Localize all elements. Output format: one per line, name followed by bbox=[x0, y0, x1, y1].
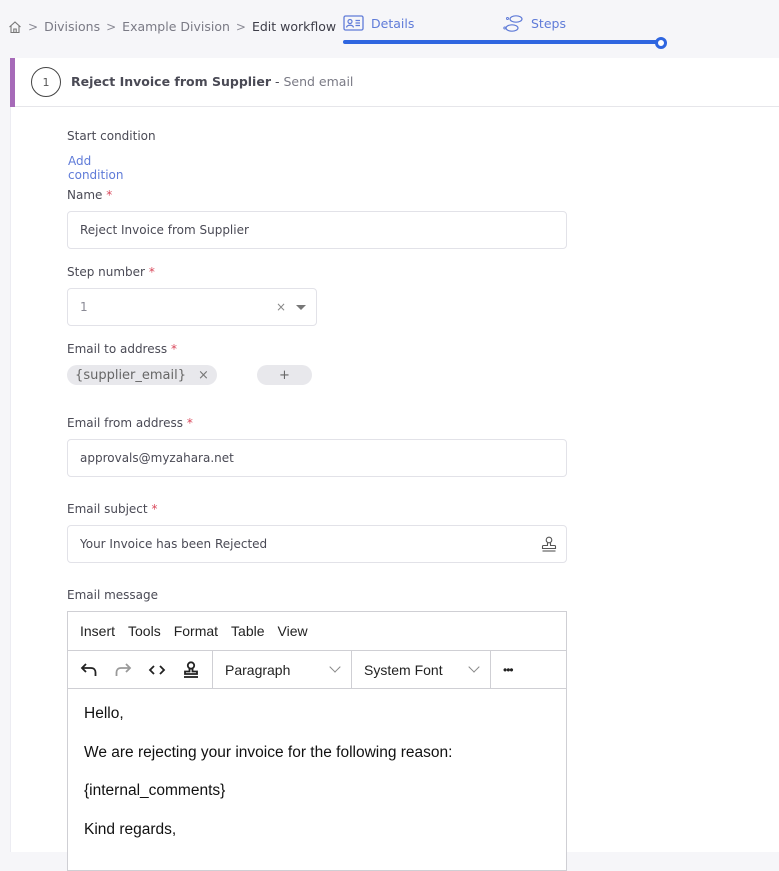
breadcrumb-separator: > bbox=[235, 19, 246, 34]
clear-icon[interactable]: × bbox=[276, 300, 286, 314]
font-family-select[interactable]: System Font bbox=[352, 651, 491, 688]
editor-menubar: Insert Tools Format Table View bbox=[68, 612, 566, 651]
email-to-label-text: Email to address bbox=[67, 342, 168, 356]
step-number-label-text: Step number bbox=[67, 265, 145, 279]
required-marker: * bbox=[186, 416, 193, 430]
undo-icon[interactable] bbox=[72, 651, 106, 688]
breadcrumb: > Divisions > Example Division > Edit wo… bbox=[8, 19, 336, 34]
name-label-text: Name bbox=[67, 188, 103, 202]
required-marker: * bbox=[106, 188, 113, 202]
editor-toolbar: Paragraph System Font ••• bbox=[68, 651, 566, 689]
email-from-label: Email from address * bbox=[67, 416, 193, 430]
tab-details[interactable]: Details bbox=[343, 14, 414, 32]
breadcrumb-separator: > bbox=[28, 19, 39, 34]
email-subject-value: Your Invoice has been Rejected bbox=[80, 537, 268, 551]
menu-insert[interactable]: Insert bbox=[80, 623, 115, 639]
plus-icon: + bbox=[279, 367, 290, 383]
chip-remove-icon[interactable]: × bbox=[198, 368, 209, 383]
chip-label: {supplier_email} bbox=[75, 367, 187, 383]
menu-table[interactable]: Table bbox=[231, 623, 264, 639]
step-type: Send email bbox=[283, 74, 354, 89]
required-marker: * bbox=[148, 265, 155, 279]
step-header[interactable]: 1 Reject Invoice from Supplier - Send em… bbox=[10, 58, 779, 107]
email-subject-label-text: Email subject bbox=[67, 502, 148, 516]
stamp-icon[interactable] bbox=[541, 536, 557, 553]
chevron-down-icon bbox=[329, 661, 341, 673]
email-message-label: Email message bbox=[67, 588, 159, 602]
step-number-select[interactable]: 1 × bbox=[67, 288, 317, 326]
step-title: Reject Invoice from Supplier - Send emai… bbox=[71, 74, 353, 89]
add-email-to-button[interactable]: + bbox=[257, 365, 312, 385]
footsteps-icon bbox=[503, 14, 525, 32]
email-message-editor: Insert Tools Format Table View Paragraph… bbox=[67, 611, 567, 871]
content-paragraph: Hello, bbox=[84, 705, 124, 722]
progress-bar bbox=[343, 40, 661, 44]
chevron-down-icon bbox=[468, 661, 480, 673]
block-format-select[interactable]: Paragraph bbox=[213, 651, 352, 688]
breadcrumb-divisions[interactable]: Divisions bbox=[44, 19, 100, 34]
top-bar: > Divisions > Example Division > Edit wo… bbox=[0, 0, 779, 57]
content-paragraph: Kind regards, bbox=[84, 820, 177, 838]
more-options-icon[interactable]: ••• bbox=[503, 663, 514, 677]
font-family-value: System Font bbox=[364, 661, 443, 678]
content-paragraph: We are rejecting your invoice for the fo… bbox=[84, 743, 453, 761]
email-from-input[interactable]: approvals@myzahara.net bbox=[67, 439, 567, 477]
breadcrumb-separator: > bbox=[106, 19, 117, 34]
step-panel: 1 Reject Invoice from Supplier - Send em… bbox=[10, 58, 779, 871]
content-paragraph: {internal_comments} bbox=[84, 782, 226, 799]
email-from-label-text: Email from address bbox=[67, 416, 183, 430]
name-label: Name * bbox=[67, 188, 112, 202]
email-to-chip: {supplier_email} × bbox=[67, 365, 217, 385]
caret-down-icon[interactable] bbox=[296, 305, 306, 310]
tab-details-label: Details bbox=[371, 15, 415, 31]
workflow-tabs: Details Steps bbox=[343, 12, 668, 52]
home-icon[interactable] bbox=[8, 20, 22, 34]
editor-content[interactable]: Hello, We are rejecting your invoice for… bbox=[68, 689, 566, 859]
source-code-icon[interactable] bbox=[140, 651, 174, 688]
step-title-dash: - bbox=[271, 74, 284, 89]
menu-tools[interactable]: Tools bbox=[128, 623, 161, 639]
required-marker: * bbox=[151, 502, 158, 516]
menu-format[interactable]: Format bbox=[174, 623, 218, 639]
name-input[interactable]: Reject Invoice from Supplier bbox=[67, 211, 567, 249]
email-subject-label: Email subject * bbox=[67, 502, 157, 516]
more-group: ••• bbox=[491, 651, 514, 688]
step-name: Reject Invoice from Supplier bbox=[71, 74, 271, 89]
step-number-badge: 1 bbox=[31, 67, 61, 97]
redo-icon[interactable] bbox=[106, 651, 140, 688]
menu-view[interactable]: View bbox=[278, 623, 308, 639]
breadcrumb-example-division[interactable]: Example Division bbox=[122, 19, 230, 34]
email-subject-input[interactable]: Your Invoice has been Rejected bbox=[67, 525, 567, 563]
step-accent-bar bbox=[10, 58, 15, 107]
step-number-value: 1 bbox=[80, 300, 88, 314]
email-to-label: Email to address * bbox=[67, 342, 177, 356]
step-number-label: Step number * bbox=[67, 265, 155, 279]
add-condition-link[interactable]: Add condition bbox=[68, 154, 123, 182]
breadcrumb-current: Edit workflow bbox=[251, 19, 337, 34]
history-group bbox=[68, 651, 213, 688]
block-format-value: Paragraph bbox=[225, 661, 291, 678]
id-card-icon bbox=[343, 14, 365, 32]
tab-steps[interactable]: Steps bbox=[503, 14, 566, 32]
start-condition-label: Start condition bbox=[67, 129, 156, 143]
progress-knob bbox=[655, 37, 667, 49]
tab-steps-label: Steps bbox=[531, 15, 566, 31]
merge-field-stamp-icon[interactable] bbox=[174, 651, 208, 688]
required-marker: * bbox=[170, 342, 177, 356]
